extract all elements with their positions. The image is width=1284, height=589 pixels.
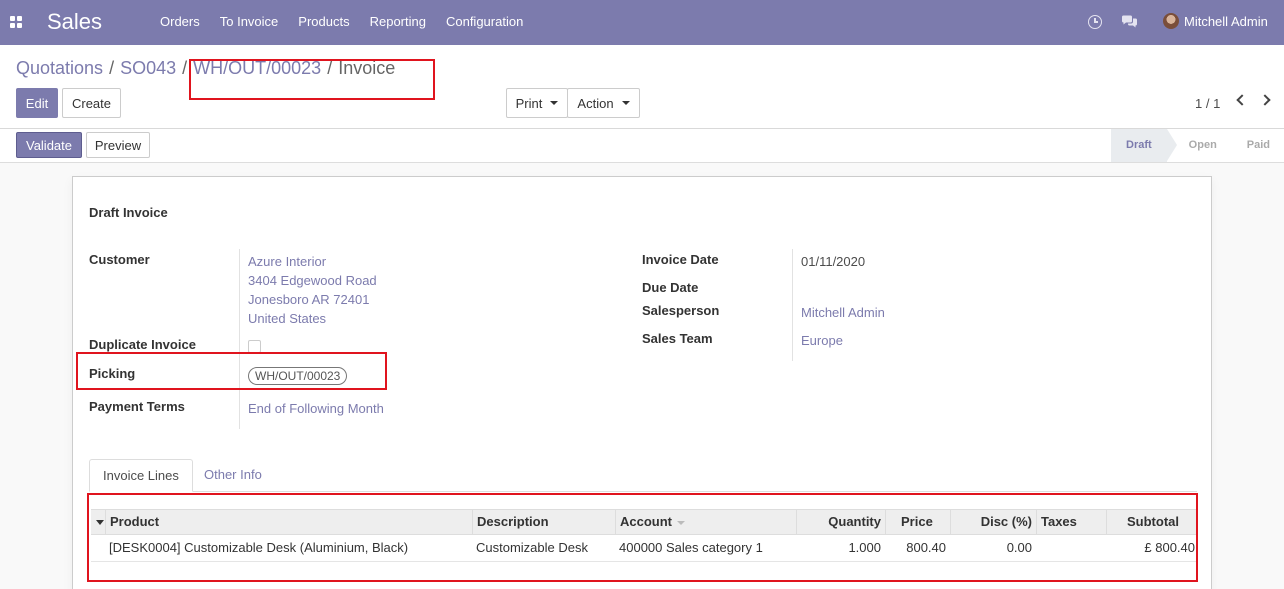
column-account-label: Account	[620, 514, 672, 529]
cell-subtotal: £ 800.40	[1144, 540, 1195, 555]
control-panel: Quotations / SO043 / WH/OUT/00023 / Invo…	[0, 45, 1284, 129]
cell-quantity: 1.000	[848, 540, 881, 555]
print-dropdown[interactable]: Print	[506, 88, 568, 118]
column-quantity[interactable]: Quantity	[796, 510, 885, 534]
cell-description: Customizable Desk	[476, 540, 588, 555]
breadcrumb-separator: /	[327, 58, 333, 78]
cell-product: [DESK0004] Customizable Desk (Aluminium,…	[109, 540, 409, 555]
column-discount[interactable]: Disc (%)	[950, 510, 1036, 534]
apps-menu-icon[interactable]	[10, 16, 22, 28]
customer-name[interactable]: Azure Interior	[248, 254, 326, 269]
print-label: Print	[515, 95, 543, 111]
salesperson-value[interactable]: Mitchell Admin	[801, 305, 885, 320]
action-label: Action	[577, 95, 614, 111]
column-description[interactable]: Description	[472, 510, 615, 534]
menu-configuration[interactable]: Configuration	[446, 14, 523, 29]
invoice-date-value[interactable]: 01/11/2020	[801, 254, 865, 269]
sales-team-value[interactable]: Europe	[801, 333, 843, 348]
breadcrumb-separator: /	[109, 58, 115, 78]
payment-terms-value[interactable]: End of Following Month	[248, 401, 384, 416]
pager-previous-icon[interactable]	[1236, 94, 1248, 106]
status-open: Open	[1188, 139, 1217, 151]
breadcrumb-order[interactable]: SO043	[120, 58, 176, 79]
menu-to-invoice[interactable]: To Invoice	[220, 14, 279, 29]
app-title[interactable]: Sales	[47, 9, 102, 35]
column-taxes[interactable]: Taxes	[1036, 510, 1106, 534]
table-header: Product Description Account Quantity Pri…	[91, 509, 1197, 535]
action-dropdown[interactable]: Action	[567, 88, 640, 118]
cell-account: 400000 Sales category 1	[619, 540, 763, 555]
chat-icon[interactable]	[1121, 15, 1138, 29]
breadcrumb: Quotations / SO043 / WH/OUT/00023 / Invo…	[16, 58, 395, 79]
caret-down-icon	[621, 101, 630, 105]
salesperson-label: Salesperson	[642, 303, 720, 318]
column-account[interactable]: Account	[615, 510, 796, 534]
validate-button[interactable]: Validate	[16, 132, 82, 158]
menu-orders[interactable]: Orders	[160, 14, 200, 29]
picking-label: Picking	[89, 366, 136, 381]
caret-down-icon[interactable]	[96, 520, 104, 525]
edit-button[interactable]: Edit	[16, 88, 58, 118]
customer-city[interactable]: Jonesboro AR 72401	[248, 292, 369, 307]
breadcrumb-current: Invoice	[338, 58, 396, 78]
table-row[interactable]: [DESK0004] Customizable Desk (Aluminium,…	[91, 535, 1197, 562]
invoice-date-label: Invoice Date	[642, 252, 719, 267]
customer-label: Customer	[89, 252, 150, 267]
create-button[interactable]: Create	[62, 88, 121, 118]
column-subtotal[interactable]: Subtotal	[1106, 510, 1197, 534]
status-bar: Validate Preview Draft Open Paid	[0, 129, 1284, 163]
user-name: Mitchell Admin	[1184, 13, 1268, 29]
menu-reporting[interactable]: Reporting	[370, 14, 426, 29]
due-date-label: Due Date	[642, 280, 699, 295]
sales-team-label: Sales Team	[642, 331, 713, 346]
form-title: Draft Invoice	[89, 205, 168, 220]
caret-down-icon	[550, 101, 559, 105]
menu-products[interactable]: Products	[298, 14, 349, 29]
duplicate-invoice-checkbox[interactable]	[248, 340, 261, 353]
picking-tag[interactable]: WH/OUT/00023	[248, 367, 348, 385]
tab-other-info[interactable]: Other Info	[191, 459, 275, 492]
status-paid: Paid	[1246, 139, 1271, 151]
customer-country[interactable]: United States	[248, 311, 326, 326]
breadcrumb-separator: /	[182, 58, 188, 78]
cell-price: 800.40	[906, 540, 946, 555]
user-avatar	[1163, 13, 1179, 29]
preview-button[interactable]: Preview	[86, 132, 150, 158]
sort-indicator-icon	[677, 520, 685, 525]
form-tabs: Invoice Lines Other Info	[89, 459, 1197, 492]
pager-next-icon[interactable]	[1259, 94, 1271, 106]
pager-value[interactable]: 1 / 1	[1195, 96, 1220, 111]
activity-clock-icon[interactable]	[1088, 15, 1102, 29]
user-menu[interactable]: Mitchell Admin	[1163, 13, 1268, 29]
tab-invoice-lines[interactable]: Invoice Lines	[89, 459, 193, 492]
cell-discount: 0.00	[1006, 540, 1032, 555]
status-draft: Draft	[1111, 129, 1177, 162]
top-navbar: Sales Orders To Invoice Products Reporti…	[0, 0, 1284, 45]
column-separator	[239, 249, 240, 429]
customer-street[interactable]: 3404 Edgewood Road	[248, 273, 377, 288]
invoice-form-sheet: Draft Invoice Customer Azure Interior 34…	[72, 176, 1212, 589]
status-steps: Draft Open Paid	[1111, 129, 1284, 162]
main-menu: Orders To Invoice Products Reporting Con…	[150, 14, 533, 29]
column-price[interactable]: Price	[885, 510, 950, 534]
breadcrumb-picking[interactable]: WH/OUT/00023	[193, 58, 321, 79]
cell-taxes	[1036, 535, 1106, 561]
payment-terms-label: Payment Terms	[89, 399, 185, 414]
duplicate-invoice-label: Duplicate Invoice	[89, 337, 196, 352]
column-product[interactable]: Product	[105, 510, 472, 534]
breadcrumb-quotations[interactable]: Quotations	[16, 58, 103, 79]
column-separator	[792, 249, 793, 361]
